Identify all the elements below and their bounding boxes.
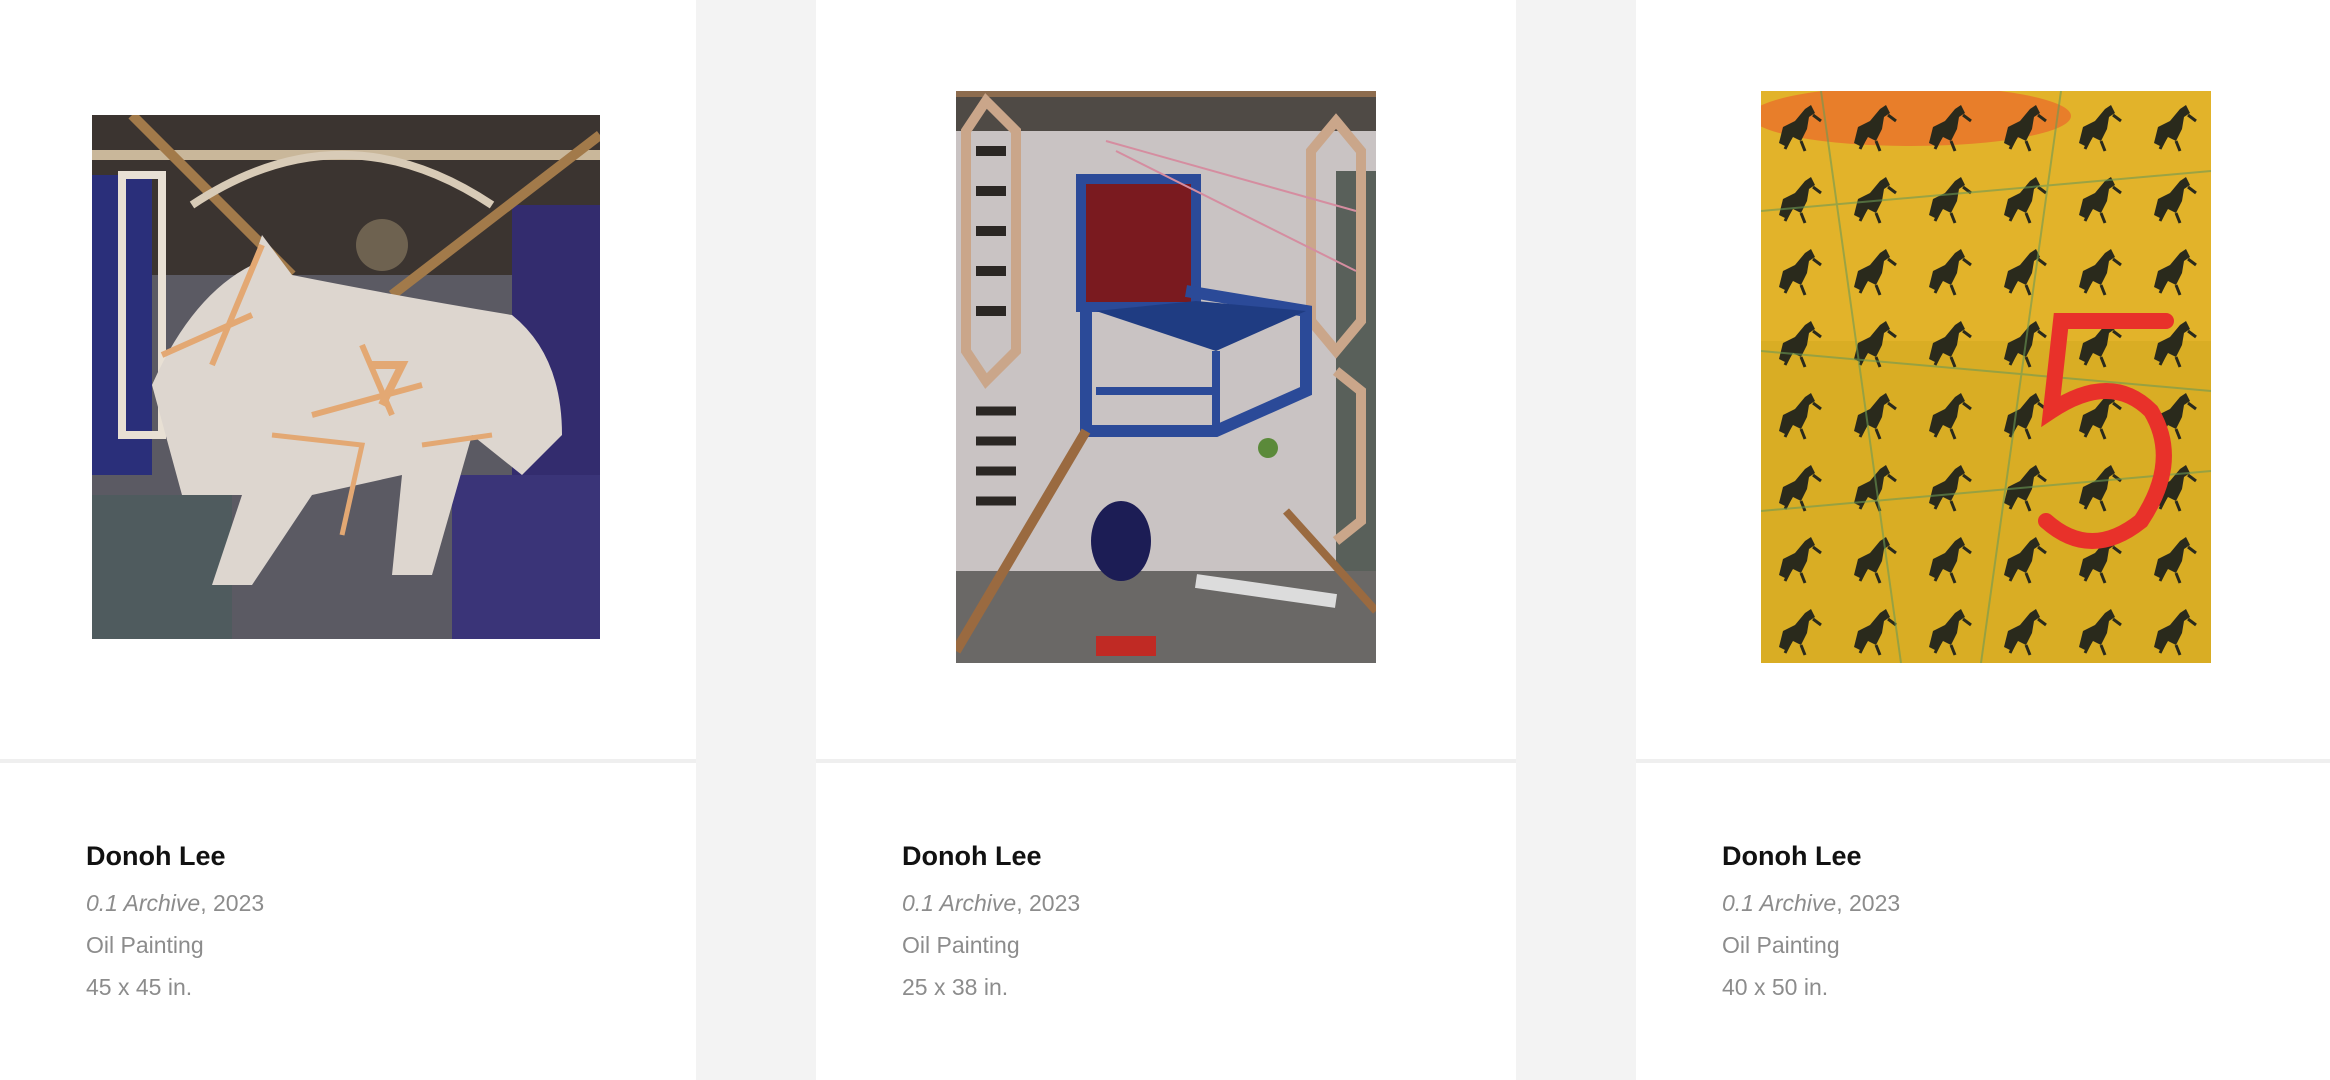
artwork-title: 0.1 Archive (902, 890, 1017, 916)
title-year-separator: , (200, 890, 213, 916)
artwork-medium: Oil Painting (86, 932, 204, 958)
artist-name[interactable]: Donoh Lee (1722, 838, 1900, 874)
artwork-year: 2023 (1028, 890, 1081, 916)
artwork-card[interactable]: Donoh Lee 0.1 Archive, 2023 Oil Painting… (816, 0, 1516, 1080)
artwork-size: 45 x 45 in. (86, 974, 193, 1000)
artwork-image-area (816, 0, 1516, 759)
artwork-year: 2023 (212, 890, 265, 916)
artwork-medium: Oil Painting (902, 932, 1020, 958)
painting-blue-chair-image (956, 91, 1376, 663)
artwork-image[interactable] (92, 115, 600, 639)
artwork-caption: Donoh Lee 0.1 Archive, 2023 Oil Painting… (902, 838, 1080, 1008)
artwork-medium: Oil Painting (1722, 932, 1840, 958)
artwork-image[interactable] (1761, 91, 2211, 663)
artwork-size: 25 x 38 in. (902, 974, 1009, 1000)
artwork-caption: Donoh Lee 0.1 Archive, 2023 Oil Painting… (86, 838, 264, 1008)
artist-name[interactable]: Donoh Lee (86, 838, 264, 874)
artwork-year: 2023 (1848, 890, 1901, 916)
artwork-size: 40 x 50 in. (1722, 974, 1829, 1000)
artwork-title: 0.1 Archive (86, 890, 201, 916)
artwork-title-year[interactable]: 0.1 Archive, 2023 (86, 882, 264, 924)
artwork-caption: Donoh Lee 0.1 Archive, 2023 Oil Painting… (1722, 838, 1900, 1008)
artwork-image-area (1636, 0, 2330, 759)
artwork-grid: Donoh Lee 0.1 Archive, 2023 Oil Painting… (0, 0, 2330, 1080)
painting-horses-five-image (1761, 91, 2211, 663)
title-year-separator: , (1836, 890, 1849, 916)
artwork-title: 0.1 Archive (1722, 890, 1837, 916)
artwork-image-area (0, 0, 696, 759)
artwork-card[interactable]: Donoh Lee 0.1 Archive, 2023 Oil Painting… (0, 0, 696, 1080)
artwork-title-year[interactable]: 0.1 Archive, 2023 (1722, 882, 1900, 924)
artwork-image[interactable] (956, 91, 1376, 663)
card-divider (816, 759, 1516, 763)
card-divider (0, 759, 696, 763)
title-year-separator: , (1016, 890, 1029, 916)
artwork-card[interactable]: Donoh Lee 0.1 Archive, 2023 Oil Painting… (1636, 0, 2330, 1080)
card-divider (1636, 759, 2330, 763)
artwork-title-year[interactable]: 0.1 Archive, 2023 (902, 882, 1080, 924)
painting-horse-seven-image (92, 115, 600, 639)
artist-name[interactable]: Donoh Lee (902, 838, 1080, 874)
